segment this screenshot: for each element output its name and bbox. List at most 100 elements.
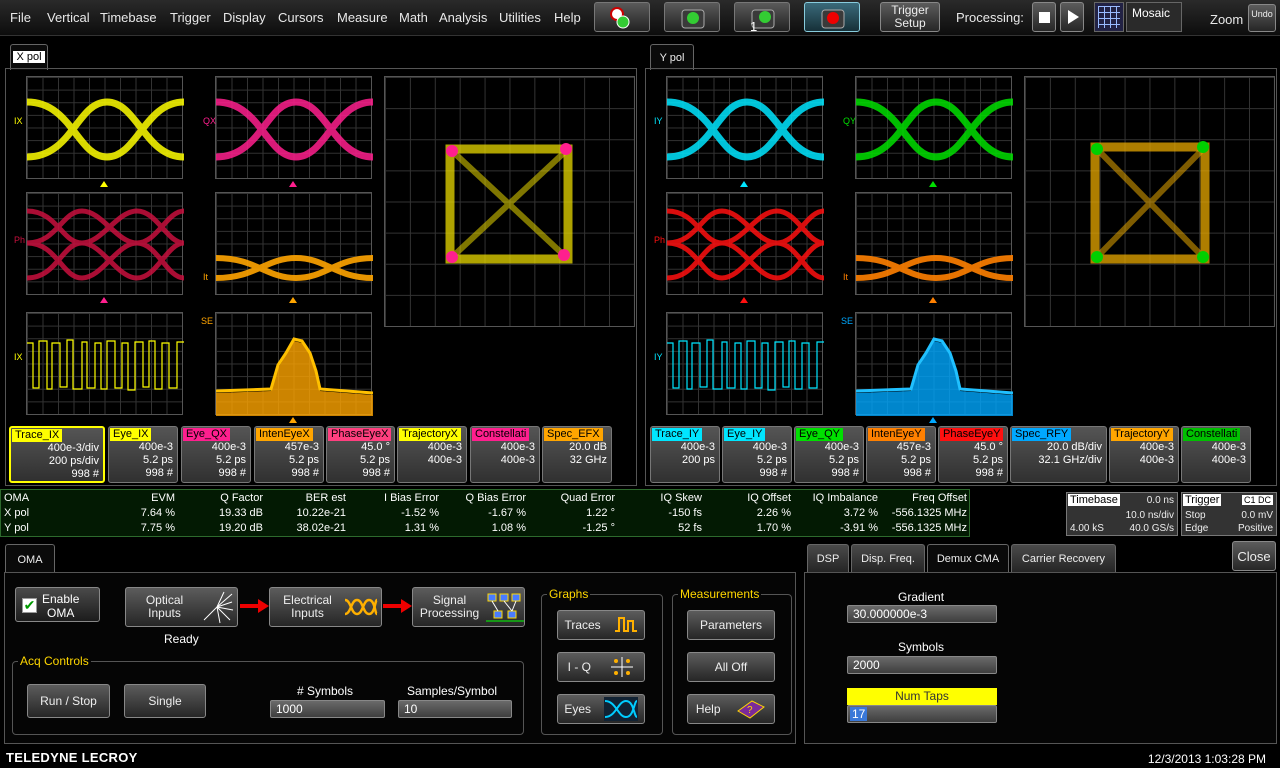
descriptor-trajectoryy[interactable]: TrajectoryY 400e-3 400e-3 (1109, 426, 1179, 483)
descriptor-value: 400e-3 (1211, 441, 1246, 453)
eye-ix-grid[interactable] (26, 76, 184, 179)
descriptor-inteneyex[interactable]: IntenEyeX 457e-3 5.2 ps 998 # (254, 426, 324, 483)
stop-processing-button[interactable] (1032, 2, 1056, 32)
oma-header-cell: OMA (4, 492, 30, 504)
descriptor-spec-efx[interactable]: Spec_EFX 20.0 dB 32 GHz (542, 426, 612, 483)
cma-symbols-input[interactable]: 2000 (847, 656, 997, 674)
descriptor-trace-iy[interactable]: Trace_IY 400e-3 200 ps (650, 426, 720, 483)
single-button[interactable]: Single (124, 684, 206, 718)
trigger-info[interactable]: Trigger C1 DC Stop 0.0 mV Edge Positive (1181, 492, 1277, 536)
menu-trigger[interactable]: Trigger (170, 10, 211, 25)
tab-demux-cma[interactable]: Demux CMA (927, 544, 1009, 574)
stop-trigger-button[interactable] (804, 2, 860, 32)
descriptor-value: 400e-3 (427, 441, 462, 453)
trigger-mode: Stop (1185, 510, 1206, 521)
descriptor-eye-qy[interactable]: Eye_QY 400e-3 5.2 ps 998 # (794, 426, 864, 483)
eye-qy-grid[interactable] (855, 76, 1013, 179)
it-x-channel-label: It (203, 272, 209, 282)
descriptor-eye-ix[interactable]: Eye_IX 400e-3 5.2 ps 998 # (108, 426, 178, 483)
normal-trigger-button[interactable] (664, 2, 720, 32)
ph-y-channel-label: Ph (654, 235, 666, 245)
samples-per-symbol-input[interactable]: 10 (398, 700, 512, 718)
inten-eye-y-waveform (856, 254, 1013, 282)
descriptor-value: 998 # (759, 467, 787, 479)
trace-ix-grid[interactable] (26, 312, 184, 415)
oma-header-cell: I Bias Error (383, 492, 439, 504)
processing-label: Processing: (956, 10, 1024, 25)
trigger-setup-button[interactable]: Trigger Setup (880, 2, 940, 32)
gradient-input[interactable]: 30.000000e-3 (847, 605, 997, 623)
all-off-button[interactable]: All Off (687, 652, 775, 682)
signal-processing-button[interactable]: Signal Processing (412, 587, 525, 627)
menu-utilities[interactable]: Utilities (499, 10, 541, 25)
iq-button[interactable]: I - Q (557, 652, 645, 682)
tab-dsp[interactable]: DSP (807, 544, 849, 574)
descriptor-constellati[interactable]: Constellati 400e-3 400e-3 (1181, 426, 1251, 483)
constellation-x-grid[interactable] (384, 76, 635, 327)
phase-eye-y-grid[interactable] (666, 192, 824, 295)
traces-button[interactable]: Traces (557, 610, 645, 640)
tab-carrier-recovery[interactable]: Carrier Recovery (1011, 544, 1116, 574)
descriptor-spec-rfy[interactable]: Spec_RFY 20.0 dB/div 32.1 GHz/div (1010, 426, 1107, 483)
menu-timebase[interactable]: Timebase (100, 10, 157, 25)
eye-iy-grid[interactable] (666, 76, 824, 179)
num-taps-input[interactable]: 17 (847, 705, 997, 723)
oma-cell: -3.91 % (840, 522, 878, 534)
menu-file[interactable]: File (10, 10, 31, 25)
signal-processing-label: Signal Processing (419, 593, 480, 620)
menu-math[interactable]: Math (399, 10, 428, 25)
clock-trigger-icon (610, 7, 630, 29)
display-layout-icon[interactable] (1094, 2, 1124, 32)
trigger-light-icon (681, 9, 705, 29)
auto-trigger-button[interactable] (594, 2, 650, 32)
tab-x-pol[interactable]: X pol (10, 44, 48, 70)
electrical-inputs-button[interactable]: Electrical Inputs (269, 587, 382, 627)
se-x-channel-label: SE (201, 316, 214, 326)
eyes-button[interactable]: Eyes (557, 694, 645, 724)
menu-cursors[interactable]: Cursors (278, 10, 324, 25)
display-mode-selector[interactable]: Mosaic (1126, 2, 1182, 32)
menu-help[interactable]: Help (554, 10, 581, 25)
undo-button[interactable]: Undo (1248, 4, 1276, 32)
descriptor-trajectoryx[interactable]: TrajectoryX 400e-3 400e-3 (397, 426, 467, 483)
descriptor-constellati[interactable]: Constellati 400e-3 400e-3 (470, 426, 540, 483)
oma-cell: -1.52 % (401, 507, 439, 519)
menu-measure[interactable]: Measure (337, 10, 388, 25)
trace-ix-waveform (27, 339, 184, 391)
menu-analysis[interactable]: Analysis (439, 10, 487, 25)
constellation-y-grid[interactable] (1024, 76, 1275, 327)
descriptor-eye-iy[interactable]: Eye_IY 400e-3 5.2 ps 998 # (722, 426, 792, 483)
menu-vertical[interactable]: Vertical (47, 10, 90, 25)
parameters-button[interactable]: Parameters (687, 610, 775, 640)
symbols-input[interactable]: 1000 (270, 700, 385, 718)
enable-oma-checkbox[interactable]: ✔ Enable OMA (15, 587, 100, 622)
tab-disp-freq[interactable]: Disp. Freq. (851, 544, 925, 574)
inten-eye-x-grid[interactable] (215, 192, 373, 295)
spec-rfy-grid[interactable] (855, 312, 1013, 416)
it-y-channel-label: It (843, 272, 849, 282)
tab-oma[interactable]: OMA (5, 544, 55, 574)
spec-efx-grid[interactable] (215, 312, 373, 416)
run-stop-button[interactable]: Run / Stop (27, 684, 110, 718)
descriptor-inteneyey[interactable]: IntenEyeY 457e-3 5.2 ps 998 # (866, 426, 936, 483)
descriptor-phaseeyey[interactable]: PhaseEyeY 45.0 ° 5.2 ps 998 # (938, 426, 1008, 483)
qx-marker-icon (289, 181, 297, 187)
trace-iy-grid[interactable] (666, 312, 824, 415)
tab-y-pol[interactable]: Y pol (650, 44, 694, 70)
zoom-label[interactable]: Zoom (1210, 12, 1243, 27)
optical-inputs-button[interactable]: Optical Inputs (125, 587, 238, 627)
menu-display[interactable]: Display (223, 10, 266, 25)
oma-header-cell: IQ Offset (747, 492, 791, 504)
descriptor-phaseeyex[interactable]: PhaseEyeX 45.0 ° 5.2 ps 998 # (326, 426, 395, 483)
descriptor-trace-ix[interactable]: Trace_IX 400e-3/div 200 ps/div 998 # (9, 426, 105, 483)
inten-eye-y-grid[interactable] (855, 192, 1013, 295)
menu-bar: File Vertical Timebase Trigger Display C… (0, 0, 1280, 36)
eye-qx-grid[interactable] (215, 76, 373, 179)
single-trigger-button[interactable]: 1 (734, 2, 790, 34)
phase-eye-x-grid[interactable] (26, 192, 184, 295)
run-processing-button[interactable] (1060, 2, 1084, 32)
help-button[interactable]: Help ? (687, 694, 775, 724)
timebase-info[interactable]: Timebase 0.0 ns 10.0 ns/div 4.00 kS 40.0… (1066, 492, 1178, 536)
close-button[interactable]: Close (1232, 541, 1276, 571)
descriptor-eye-qx[interactable]: Eye_QX 400e-3 5.2 ps 998 # (181, 426, 251, 483)
